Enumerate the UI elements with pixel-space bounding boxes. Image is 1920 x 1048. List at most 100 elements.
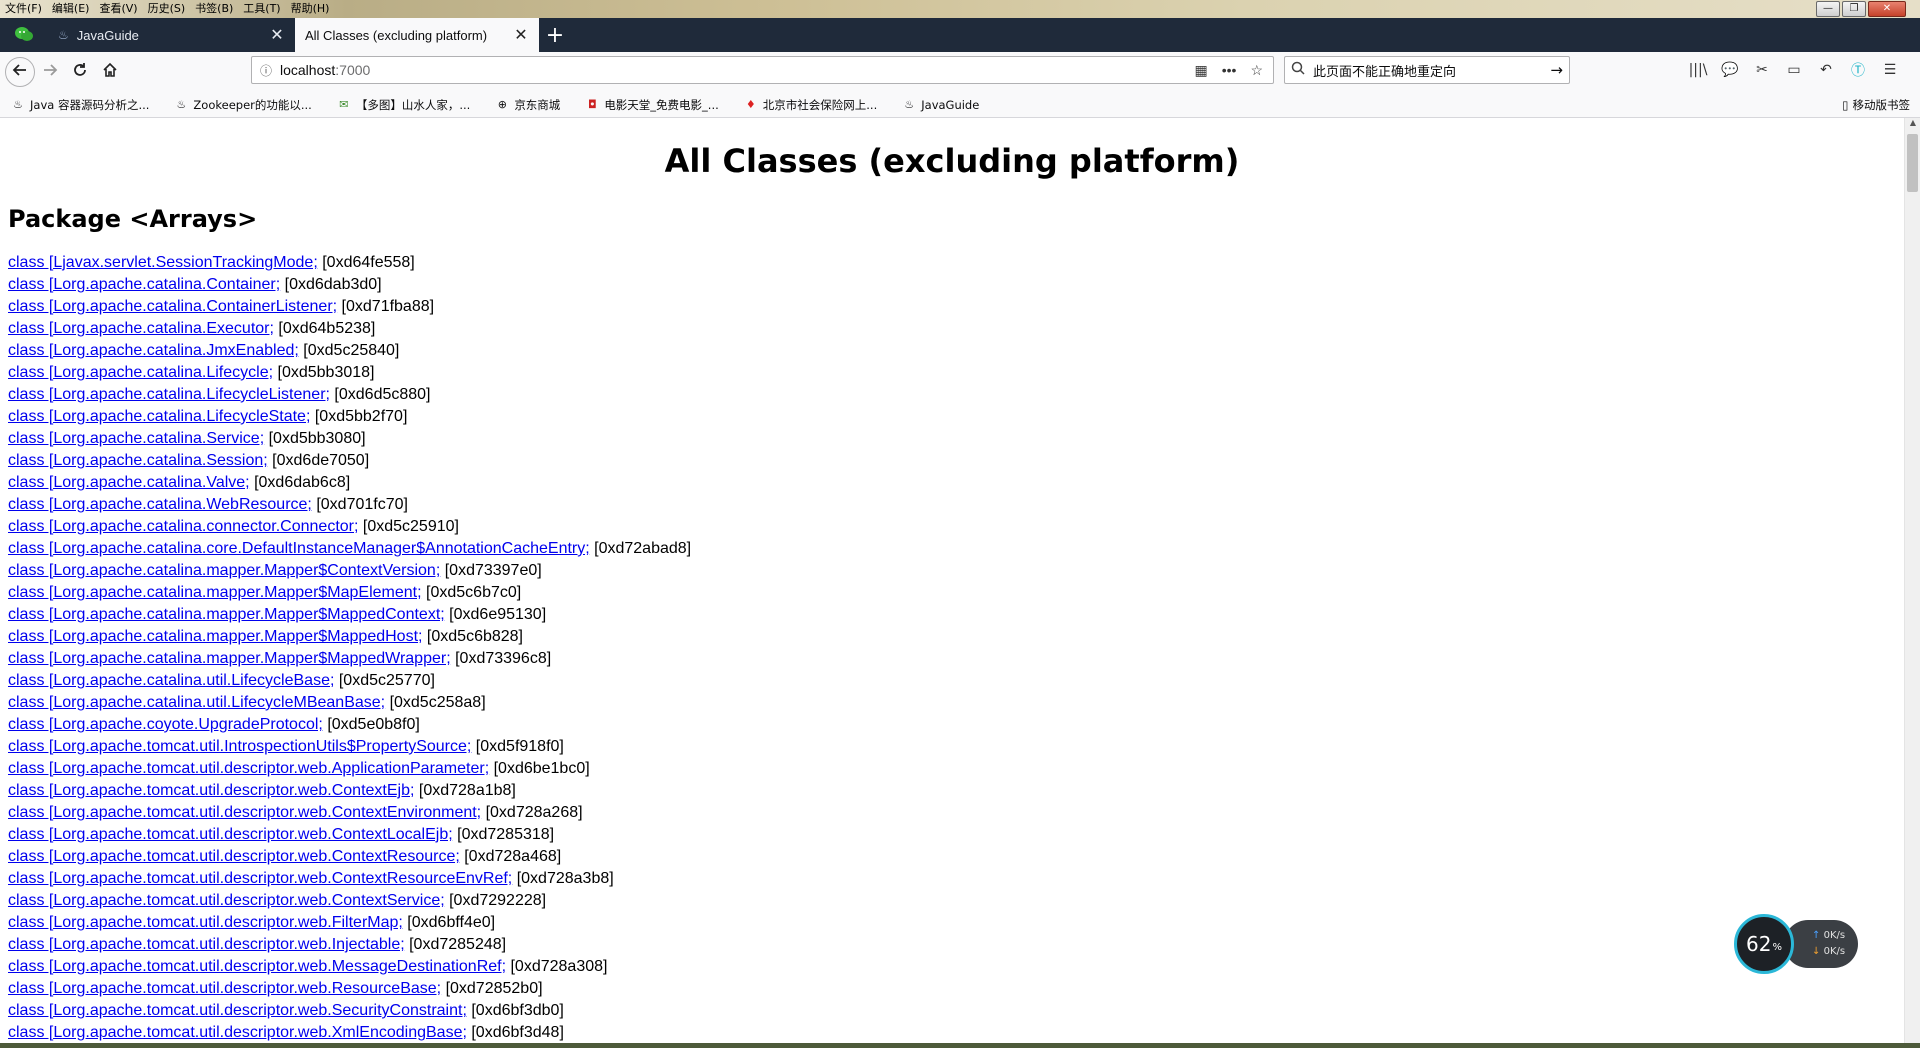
class-link[interactable]: class [Lorg.apache.tomcat.util.descripto… <box>8 914 403 931</box>
class-address: [0xd6dab3d0] <box>284 276 382 293</box>
class-link[interactable]: class [Lorg.apache.catalina.mapper.Mappe… <box>8 584 422 601</box>
class-link[interactable]: class [Lorg.apache.tomcat.util.descripto… <box>8 804 481 821</box>
star-icon[interactable]: ☆ <box>1250 62 1263 79</box>
class-link[interactable]: class [Lorg.apache.catalina.Valve; <box>8 474 250 491</box>
class-link[interactable]: class [Lorg.apache.tomcat.util.descripto… <box>8 958 506 975</box>
class-row: class [Lorg.apache.tomcat.util.descripto… <box>8 846 1904 868</box>
class-link[interactable]: class [Lorg.apache.catalina.LifecycleLis… <box>8 386 330 403</box>
arrow-right-icon <box>42 62 58 82</box>
class-link[interactable]: class [Lorg.apache.tomcat.util.Introspec… <box>8 738 471 755</box>
menu-icon[interactable]: ☰ <box>1880 60 1900 80</box>
bookmark-item[interactable]: ♦ 北京市社会保险网上... <box>744 97 877 113</box>
class-link[interactable]: class [Lorg.apache.catalina.Lifecycle; <box>8 364 273 381</box>
class-link[interactable]: class [Lorg.apache.tomcat.util.descripto… <box>8 892 445 909</box>
class-address: [0xd5e0b8f0] <box>327 716 420 733</box>
mobile-bookmarks-label: 移动版书签 <box>1852 97 1911 112</box>
class-link[interactable]: class [Lorg.apache.tomcat.util.descripto… <box>8 980 441 997</box>
class-link[interactable]: class [Lorg.apache.catalina.Session; <box>8 452 268 469</box>
undo-icon[interactable]: ↶ <box>1816 60 1836 80</box>
mobile-bookmarks[interactable]: ▯ 移动版书签 <box>1842 97 1910 113</box>
class-link[interactable]: class [Lorg.apache.catalina.mapper.Mappe… <box>8 628 422 645</box>
menu-edit[interactable]: 编辑(E) <box>47 0 95 18</box>
bookmark-movie-icon: ◘ <box>587 98 597 111</box>
class-row: class [Lorg.apache.catalina.JmxEnabled; … <box>8 340 1904 362</box>
reload-button[interactable] <box>65 57 95 87</box>
network-speed-widget[interactable]: ↑ 0K/s ↓ 0K/s 62% <box>1734 914 1858 974</box>
sidebar-icon[interactable]: ▭ <box>1784 60 1804 80</box>
class-link[interactable]: class [Lorg.apache.catalina.WebResource; <box>8 496 312 513</box>
menu-file[interactable]: 文件(F) <box>0 0 47 18</box>
class-link[interactable]: class [Lorg.apache.catalina.LifecycleSta… <box>8 408 310 425</box>
tab-javaguide[interactable]: ♨ JavaGuide ✕ <box>48 18 295 52</box>
close-window-button[interactable]: ✕ <box>1868 1 1906 17</box>
class-link[interactable]: class [Lorg.apache.tomcat.util.descripto… <box>8 1024 467 1041</box>
minimize-button[interactable]: — <box>1816 1 1840 17</box>
menu-view[interactable]: 查看(V) <box>94 0 142 18</box>
info-icon[interactable]: ⓘ <box>252 62 280 79</box>
menu-tools[interactable]: 工具(T) <box>238 0 285 18</box>
class-link[interactable]: class [Lorg.apache.catalina.mapper.Mappe… <box>8 606 445 623</box>
bookmarks-toolbar: ♨ Java 容器源码分析之... ♨ Zookeeper的功能以... ✉ 【… <box>0 92 1920 118</box>
class-link[interactable]: class [Lorg.apache.catalina.core.Default… <box>8 540 590 557</box>
class-link[interactable]: class [Lorg.apache.coyote.UpgradeProtoco… <box>8 716 323 733</box>
menu-history[interactable]: 历史(S) <box>143 0 191 18</box>
class-link[interactable]: class [Lorg.apache.catalina.mapper.Mappe… <box>8 562 440 579</box>
chat-icon[interactable]: 💬 <box>1720 60 1740 80</box>
search-input[interactable]: 此页面不能正确地重定向 <box>1313 61 1456 80</box>
class-link[interactable]: class [Lorg.apache.tomcat.util.descripto… <box>8 826 453 843</box>
close-tab-icon[interactable]: ✕ <box>513 25 529 45</box>
class-row: class [Lorg.apache.tomcat.util.descripto… <box>8 934 1904 956</box>
scroll-up-arrow-icon[interactable]: ▲ <box>1905 118 1920 132</box>
class-row: class [Lorg.apache.tomcat.util.descripto… <box>8 956 1904 978</box>
bookmark-item[interactable]: ♨ Java 容器源码分析之... <box>11 97 149 113</box>
upload-arrow-icon: ↑ <box>1812 930 1821 941</box>
url-port: :7000 <box>335 62 371 78</box>
class-link[interactable]: class [Lorg.apache.tomcat.util.descripto… <box>8 848 460 865</box>
class-row: class [Lorg.apache.catalina.Service; [0x… <box>8 428 1904 450</box>
qr-code-icon[interactable]: ▦ <box>1194 62 1207 79</box>
class-link[interactable]: class [Lorg.apache.catalina.util.Lifecyc… <box>8 672 334 689</box>
translate-icon[interactable]: Ⓣ <box>1848 60 1868 80</box>
class-link[interactable]: class [Lorg.apache.catalina.Container; <box>8 276 280 293</box>
bookmark-item[interactable]: ⊕ 京东商城 <box>495 97 561 113</box>
class-link[interactable]: class [Lorg.apache.tomcat.util.descripto… <box>8 1002 467 1019</box>
back-button[interactable] <box>5 57 35 87</box>
class-link[interactable]: class [Ljavax.servlet.SessionTrackingMod… <box>8 254 318 271</box>
class-link[interactable]: class [Lorg.apache.catalina.Executor; <box>8 320 274 337</box>
class-address: [0xd5c6b828] <box>426 628 523 645</box>
scroll-thumb[interactable] <box>1907 134 1918 192</box>
class-link[interactable]: class [Lorg.apache.tomcat.util.descripto… <box>8 760 489 777</box>
class-link[interactable]: class [Lorg.apache.catalina.mapper.Mappe… <box>8 650 451 667</box>
bookmark-item[interactable]: ♨ Zookeeper的功能以... <box>174 97 311 113</box>
forward-button[interactable] <box>35 57 65 87</box>
url-bar[interactable]: ⓘ localhost :7000 ▦ ••• ☆ <box>251 56 1274 84</box>
class-address: [0xd5bb3080] <box>268 430 366 447</box>
bookmark-item[interactable]: ✉ 【多图】山水人家，... <box>337 97 470 113</box>
bookmark-item[interactable]: ◘ 电影天堂_免费电影_... <box>585 97 719 113</box>
toolbar-right: |||\ 💬 ✂ ▭ ↶ Ⓣ ☰ <box>1688 60 1900 80</box>
class-link[interactable]: class [Lorg.apache.tomcat.util.descripto… <box>8 782 414 799</box>
bookmark-item[interactable]: ♨ JavaGuide <box>902 98 979 112</box>
restore-button[interactable]: ❐ <box>1842 1 1866 17</box>
class-link[interactable]: class [Lorg.apache.catalina.util.Lifecyc… <box>8 694 385 711</box>
screenshot-icon[interactable]: ✂ <box>1752 60 1772 80</box>
tab-pinned-wechat[interactable] <box>0 18 48 52</box>
class-link[interactable]: class [Lorg.apache.catalina.connector.Co… <box>8 518 358 535</box>
library-icon[interactable]: |||\ <box>1688 60 1708 80</box>
class-link[interactable]: class [Lorg.apache.tomcat.util.descripto… <box>8 870 512 887</box>
page-actions-icon[interactable]: ••• <box>1222 62 1237 78</box>
menu-bookmarks[interactable]: 书签(B) <box>190 0 238 18</box>
tab-all-classes[interactable]: All Classes (excluding platform) ✕ <box>295 18 539 52</box>
class-address: [0xd5c6b7c0] <box>426 584 522 601</box>
class-link[interactable]: class [Lorg.apache.tomcat.util.descripto… <box>8 936 405 953</box>
class-link[interactable]: class [Lorg.apache.catalina.JmxEnabled; <box>8 342 299 359</box>
home-button[interactable] <box>95 57 125 87</box>
search-go-icon[interactable]: → <box>1550 61 1563 79</box>
menu-help[interactable]: 帮助(H) <box>286 0 335 18</box>
close-tab-icon[interactable]: ✕ <box>269 25 285 45</box>
new-tab-button[interactable]: + <box>539 18 571 52</box>
vertical-scrollbar[interactable]: ▲ <box>1904 118 1920 1043</box>
class-link[interactable]: class [Lorg.apache.catalina.ContainerLis… <box>8 298 337 315</box>
search-bar[interactable]: 此页面不能正确地重定向 → <box>1284 56 1570 84</box>
class-link[interactable]: class [Lorg.apache.catalina.Service; <box>8 430 264 447</box>
